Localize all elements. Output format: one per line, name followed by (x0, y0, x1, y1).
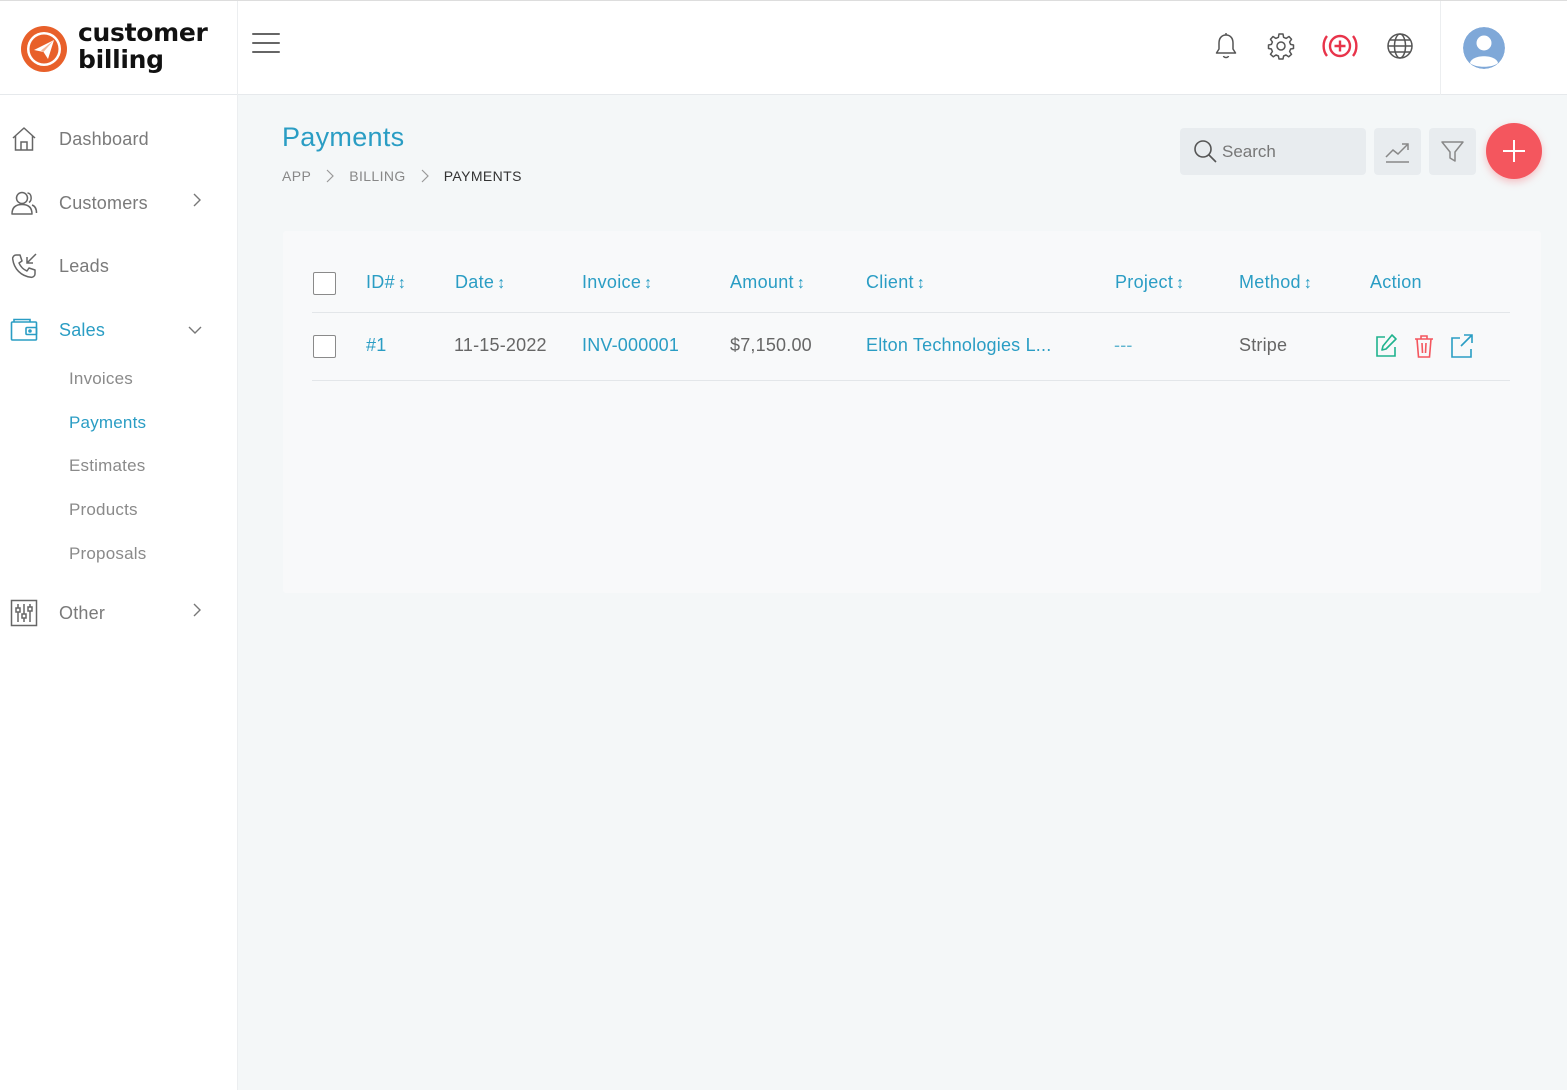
logo-line-1: customer (78, 18, 208, 47)
column-header-client[interactable]: Client ↕ (866, 272, 925, 293)
stats-button[interactable] (1374, 128, 1421, 175)
user-avatar[interactable] (1463, 27, 1505, 69)
chevron-right-icon (193, 603, 201, 617)
logo-icon (21, 26, 67, 72)
home-icon (12, 127, 36, 151)
top-header: customer billing (0, 0, 1567, 95)
delete-icon[interactable] (1412, 333, 1436, 359)
select-all-checkbox[interactable] (313, 272, 336, 295)
sidebar-item-label: Customers (59, 193, 148, 213)
brand[interactable]: customer billing (0, 1, 238, 95)
sidebar-item-label: Dashboard (59, 129, 149, 149)
column-header-project[interactable]: Project ↕ (1115, 272, 1184, 293)
sort-icon: ↕ (497, 275, 506, 292)
sidebar-item-customers[interactable]: Customers (0, 181, 238, 225)
plus-icon (1503, 140, 1525, 162)
gear-icon[interactable] (1266, 31, 1296, 61)
sidebar-item-leads[interactable]: Leads (0, 244, 238, 288)
payment-amount: $7,150.00 (730, 335, 812, 355)
sidebar-subitem-payments[interactable]: Payments (69, 413, 146, 433)
breadcrumb-app[interactable]: APP (282, 168, 311, 184)
invoice-link[interactable]: INV-000001 (582, 335, 679, 356)
sidebar-subitem-invoices[interactable]: Invoices (69, 369, 133, 389)
search-input[interactable] (1222, 140, 1357, 164)
filter-icon (1441, 141, 1464, 162)
search-box[interactable] (1180, 128, 1366, 175)
page-title: Payments (282, 122, 405, 152)
column-header-method[interactable]: Method ↕ (1239, 272, 1312, 293)
sort-icon: ↕ (1303, 275, 1313, 292)
open-external-icon[interactable] (1450, 333, 1474, 359)
sort-icon: ↕ (796, 275, 806, 292)
globe-icon[interactable] (1385, 31, 1415, 61)
header-divider-line (312, 312, 1510, 313)
sort-icon: ↕ (397, 275, 407, 292)
sidebar-subitem-products[interactable]: Products (69, 500, 138, 520)
wallet-icon (10, 318, 38, 341)
sidebar-item-sales[interactable]: Sales (0, 308, 238, 352)
sidebar-subitem-estimates[interactable]: Estimates (69, 456, 145, 476)
add-circle-icon[interactable] (1321, 29, 1359, 63)
sidebar-item-other[interactable]: Other (0, 591, 238, 635)
chevron-right-icon (193, 193, 201, 207)
sidebar-subitem-proposals[interactable]: Proposals (69, 544, 146, 564)
menu-toggle-icon[interactable] (252, 33, 280, 59)
sidebar-item-label: Other (59, 603, 106, 623)
column-header-invoice[interactable]: Invoice ↕ (582, 272, 652, 293)
column-header-date[interactable]: Date ↕ (455, 272, 506, 293)
edit-icon[interactable] (1374, 333, 1398, 359)
payment-date: 11-15-2022 (454, 335, 547, 355)
logo-line-2: billing (78, 45, 164, 74)
search-icon (1194, 140, 1217, 163)
column-header-action: Action (1370, 272, 1422, 292)
filter-button[interactable] (1429, 128, 1476, 175)
client-link[interactable]: Elton Technologies L... (866, 335, 1051, 356)
sliders-icon (10, 599, 38, 627)
breadcrumb-separator-icon (421, 169, 429, 183)
sidebar-item-dashboard[interactable]: Dashboard (0, 117, 238, 161)
sidebar-item-label: Sales (59, 320, 106, 340)
breadcrumb-payments: PAYMENTS (443, 168, 522, 184)
row-checkbox[interactable] (313, 335, 336, 358)
users-icon (11, 191, 38, 215)
chevron-down-icon (188, 326, 202, 334)
payment-id-link[interactable]: #1 (366, 335, 386, 356)
header-divider (1440, 1, 1441, 95)
column-header-id[interactable]: ID# ↕ (366, 272, 406, 293)
row-divider-line (312, 380, 1510, 381)
sort-icon: ↕ (644, 275, 653, 292)
sort-icon: ↕ (916, 275, 926, 292)
breadcrumb-separator-icon (326, 169, 335, 183)
column-header-amount[interactable]: Amount ↕ (730, 272, 805, 293)
add-payment-button[interactable] (1486, 123, 1542, 179)
payment-project: --- (1114, 335, 1133, 355)
trending-up-icon (1385, 143, 1409, 163)
logo-text: customer billing (78, 19, 208, 73)
phone-icon (11, 253, 37, 279)
bell-icon[interactable] (1211, 31, 1241, 61)
breadcrumb-billing[interactable]: BILLING (349, 168, 406, 184)
sort-icon: ↕ (1176, 275, 1185, 292)
sidebar-item-label: Leads (59, 256, 110, 276)
sidebar: Dashboard Customers Leads Sales Invoices… (0, 95, 238, 1090)
breadcrumb: APP BILLING PAYMENTS (282, 166, 522, 186)
payment-method: Stripe (1239, 335, 1288, 355)
